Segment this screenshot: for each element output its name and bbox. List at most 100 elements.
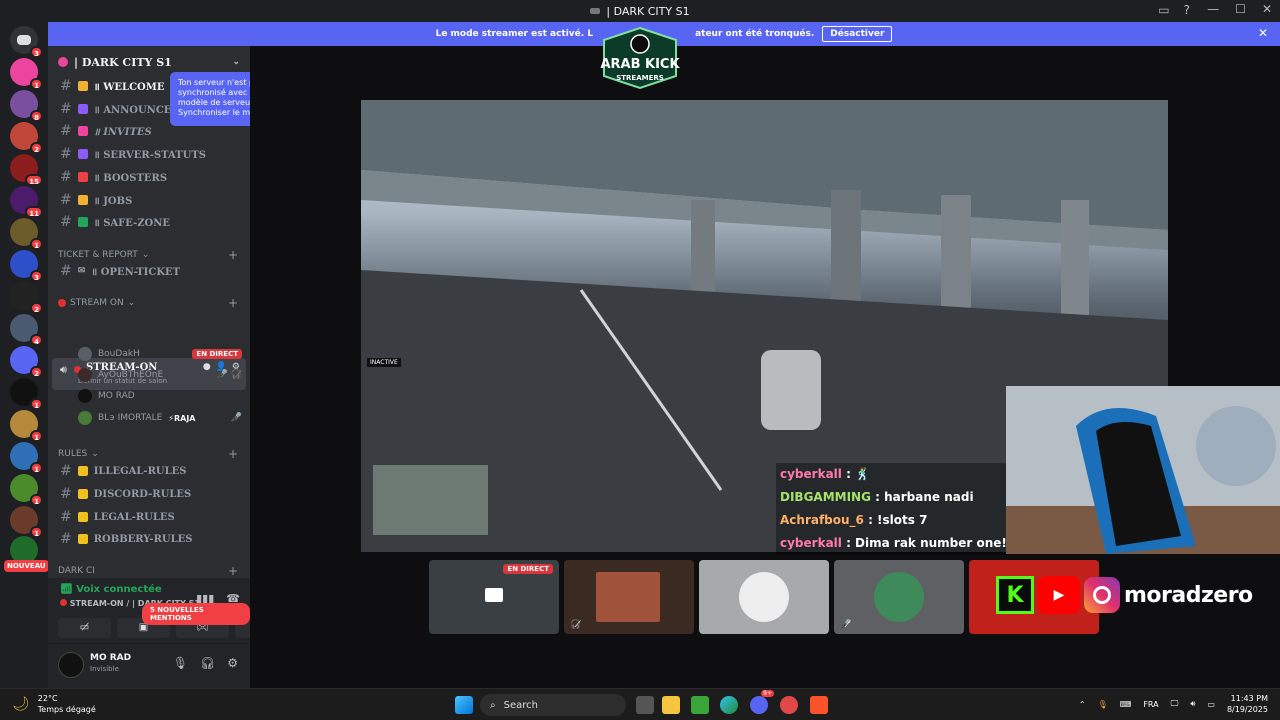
home-button[interactable]: 3 (10, 26, 43, 58)
battery-icon[interactable]: ▭ (1207, 700, 1215, 709)
guild-badge: 15 (25, 174, 43, 186)
channel-legal-rules[interactable]: # LEGAL-RULES (54, 507, 244, 527)
channel-illegal-rules[interactable]: # ILLEGAL-RULES (54, 461, 244, 481)
add-channel-icon[interactable]: + (228, 447, 238, 461)
category-rules[interactable]: RULES ⌄ + (58, 447, 238, 461)
guild-icon[interactable]: 11 (10, 186, 43, 218)
webcam-scene (1006, 386, 1280, 554)
guild-icon[interactable]: 2 (10, 346, 43, 378)
guild-icon[interactable]: 8 (10, 90, 43, 122)
channel-safe-zone[interactable]: # ॥ SAFE-ZONE (54, 212, 244, 232)
discord-small-icon (590, 8, 601, 14)
banner-text: Le mode streamer est activé. L (435, 29, 594, 39)
camera-off-button[interactable]: ▭̸ (58, 618, 111, 638)
guild-badge: 1 (30, 238, 43, 250)
app-icon[interactable] (780, 696, 798, 714)
logo-line2: STREAMERS (616, 74, 664, 82)
channel-label: ॥ WELCOME (93, 82, 165, 93)
hash-icon: # (60, 486, 72, 502)
help-icon[interactable]: ? (1184, 3, 1190, 17)
participant-tile[interactable]: 🎤̸ (834, 560, 964, 634)
disable-streamer-mode-button[interactable]: Désactiver (822, 26, 893, 42)
search-label: Search (503, 699, 538, 711)
live-badge: EN DIRECT (503, 564, 553, 574)
guild-icon[interactable]: 1 (10, 218, 43, 250)
logo-line1: ARAB KICK (600, 57, 680, 72)
keyboard-icon[interactable]: ⌨ (1120, 700, 1132, 709)
voice-user-name: AyOuBThEOnE (98, 370, 164, 380)
file-explorer-icon[interactable] (662, 696, 680, 714)
language-indicator[interactable]: FRA (1143, 700, 1158, 709)
microphone-icon[interactable]: 🎙︎ (173, 656, 188, 670)
channel-server-statuts[interactable]: # ॥ SERVER-STATUTS (54, 144, 244, 164)
new-mentions-pill[interactable]: 5 NOUVELLES MENTIONS (142, 603, 250, 625)
voice-user[interactable]: AyOuBThEOnE 🎤̸ 🎧̸ (78, 365, 242, 385)
close-banner-icon[interactable]: ✕ (1258, 26, 1268, 40)
headphones-icon[interactable]: 🎧︎ (200, 656, 215, 670)
brave-icon[interactable] (810, 696, 828, 714)
hash-icon: # (60, 463, 72, 479)
voice-user[interactable]: BL϶ IMORTALE ⚡RAJA 🎤̸ (78, 408, 242, 428)
guild-badge: 3 (30, 270, 43, 282)
guild-icon[interactable]: 1 (10, 410, 43, 442)
inbox-icon[interactable]: ▭ (1158, 3, 1169, 17)
guild-icon[interactable]: 4 (10, 314, 43, 346)
chevron-up-icon[interactable]: ⌃ (1079, 700, 1086, 709)
add-channel-icon[interactable]: + (228, 296, 238, 310)
party-icon (77, 149, 88, 159)
category-dark-city[interactable]: DARK CI + (58, 564, 238, 578)
guild-icon[interactable]: 1 (10, 442, 43, 474)
webcam-overlay (1006, 386, 1280, 554)
taskbar-search[interactable]: ⌕ Search (480, 694, 626, 716)
category-stream[interactable]: STREAM ON ⌄ + (58, 296, 238, 310)
scroll-icon (77, 195, 88, 205)
guild-icon[interactable]: 3 (10, 250, 43, 282)
network-icon[interactable]: 🖵︎ (1171, 699, 1179, 709)
start-button[interactable] (455, 696, 473, 714)
hash-icon: # (60, 263, 72, 279)
guild-icon[interactable]: 15 (10, 154, 43, 186)
avatar[interactable] (58, 652, 84, 678)
category-ticket[interactable]: TICKET & REPORT ⌄ + (58, 248, 238, 262)
guild-icon[interactable]: 1 (10, 474, 43, 506)
chat-text: : !slots 7 (863, 513, 928, 527)
participant-tile[interactable]: EN DIRECT (429, 560, 559, 634)
weather-widget[interactable]: 🌙︎ 22°C Temps dégagé (12, 693, 96, 715)
channel-label: ILLEGAL-RULES (93, 465, 187, 477)
add-channel-icon[interactable]: + (228, 248, 238, 262)
microphone-icon[interactable]: 🎙︎ (1098, 700, 1108, 709)
participant-tile[interactable]: 🎧̸ (564, 560, 694, 634)
close-window-button[interactable]: ✕ (1262, 2, 1272, 16)
channel-robbery-rules[interactable]: # ROBBERY-RULES (54, 529, 244, 549)
channel-boosters[interactable]: # ॥ BOOSTERS (54, 167, 244, 187)
participant-tile[interactable] (699, 560, 829, 634)
clock[interactable]: 11:43 PM 8/19/2025 (1227, 693, 1268, 715)
guild-icon[interactable]: 2 (10, 122, 43, 154)
app-icon[interactable] (691, 696, 709, 714)
minimize-button[interactable]: — (1207, 2, 1219, 16)
task-view-icon[interactable] (636, 696, 654, 714)
channel-discord-rules[interactable]: # DISCORD-RULES (54, 484, 244, 504)
voice-user[interactable]: MO RAD (78, 386, 242, 406)
guild-icon[interactable]: 2 (10, 282, 43, 314)
guild-icon[interactable]: 1 (10, 58, 43, 90)
wave-icon (77, 81, 88, 91)
voice-user[interactable]: BouDakH EN DIRECT (78, 344, 242, 364)
discord-taskbar-icon[interactable]: 9+ (750, 690, 774, 714)
add-channel-icon[interactable]: + (228, 564, 238, 578)
guild-icon[interactable]: 1 (10, 378, 43, 410)
signal-icon: 📶︎ (60, 584, 77, 595)
avatar (78, 411, 92, 425)
edge-icon[interactable] (720, 696, 738, 714)
youtube-icon: ▶ (1038, 576, 1080, 614)
hash-icon: # (60, 169, 72, 185)
gear-icon[interactable]: ⚙ (227, 656, 238, 670)
channel-jobs[interactable]: # ॥ JOBS (54, 190, 244, 210)
channel-open-ticket[interactable]: # ✉ ॥ OPEN-TICKET (54, 261, 244, 281)
volume-icon[interactable]: 🔊︎ (1190, 699, 1195, 709)
guild-icon[interactable]: 1 (10, 506, 43, 538)
voice-connected-status[interactable]: 📶︎ Voix connectée (60, 584, 162, 595)
maximize-button[interactable]: ☐ (1235, 2, 1246, 16)
user-panel: MO RAD Invisible 🎙︎ 🎧︎ ⚙ (48, 644, 250, 688)
chat-text: : Dima rak number one! (841, 536, 1007, 550)
